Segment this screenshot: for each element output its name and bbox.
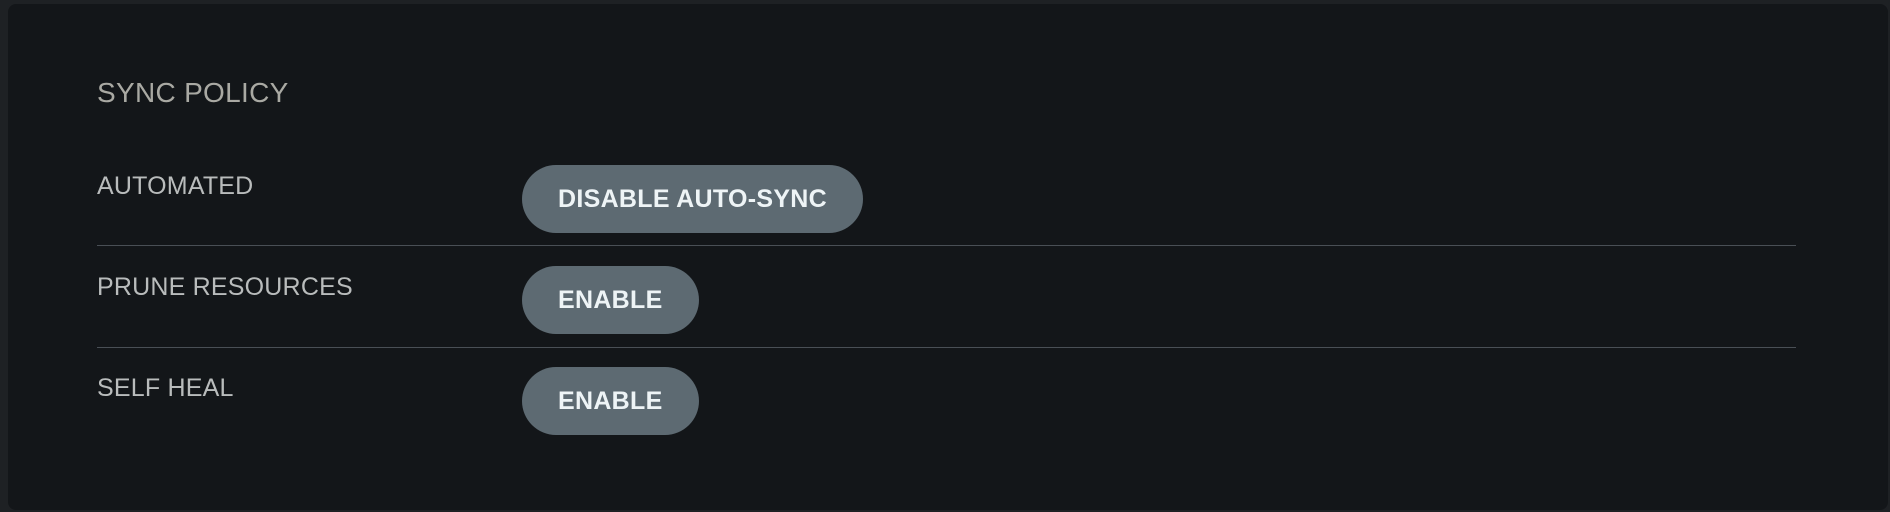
sync-policy-row-prune-resources: PRUNE RESOURCES ENABLE — [97, 246, 1796, 348]
sync-policy-row-self-heal: SELF HEAL ENABLE — [97, 348, 1796, 450]
enable-prune-button[interactable]: ENABLE — [522, 266, 699, 334]
row-label: AUTOMATED — [97, 172, 254, 200]
enable-self-heal-button[interactable]: ENABLE — [522, 367, 699, 435]
section-title: SYNC POLICY — [97, 77, 289, 108]
sync-policy-row-automated: AUTOMATED DISABLE AUTO-SYNC — [97, 144, 1796, 246]
disable-auto-sync-button[interactable]: DISABLE AUTO-SYNC — [522, 165, 864, 233]
row-label: SELF HEAL — [97, 374, 234, 402]
sync-policy-panel: SYNC POLICY AUTOMATED DISABLE AUTO-SYNC … — [8, 4, 1888, 510]
row-label: PRUNE RESOURCES — [97, 273, 353, 301]
